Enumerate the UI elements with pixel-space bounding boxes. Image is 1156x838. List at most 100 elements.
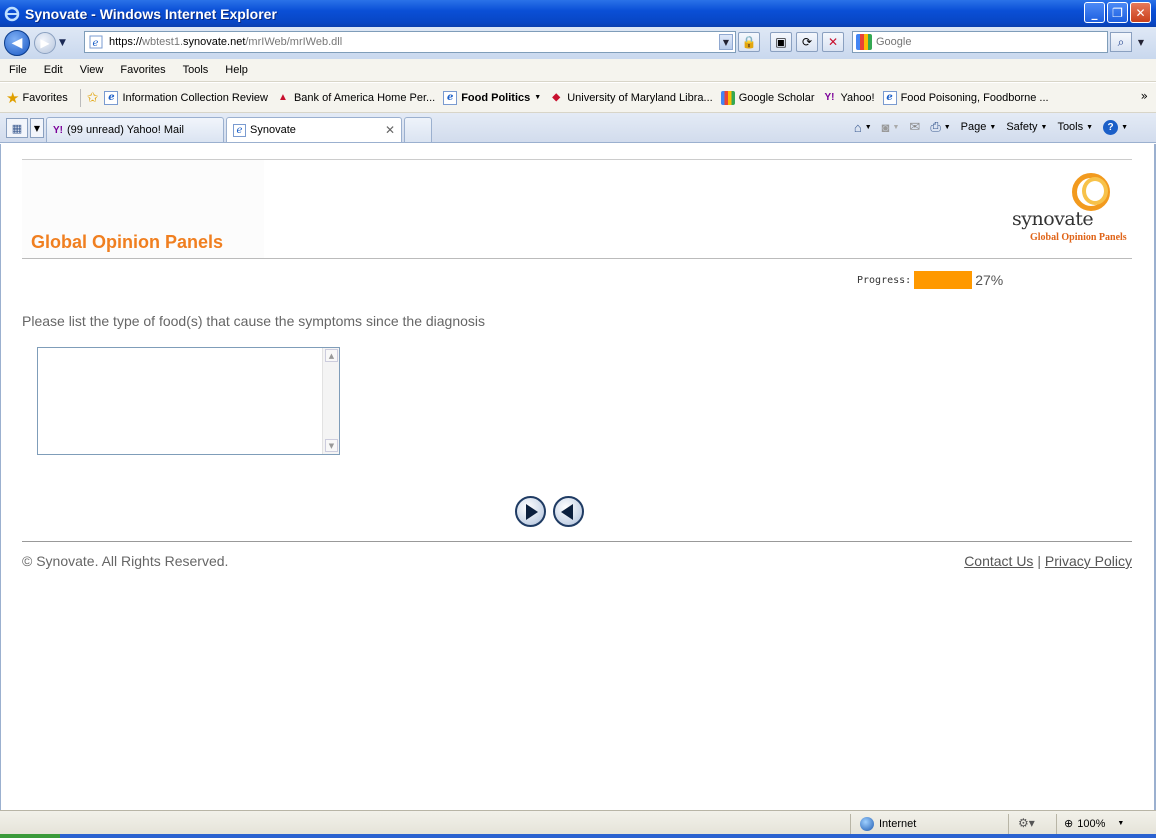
tab-bar: ▦ ▼ Y! (99 unread) Yahoo! Mail e Synovat… bbox=[0, 113, 1156, 143]
favorite-link-bank-of-america[interactable]: ▲ Bank of America Home Per... bbox=[276, 91, 435, 105]
tab-list-dropdown-icon[interactable]: ▼ bbox=[30, 118, 44, 138]
scroll-down-icon[interactable]: ▼ bbox=[325, 439, 338, 452]
internet-explorer-icon bbox=[4, 6, 20, 21]
chevron-down-icon: ▼ bbox=[534, 94, 542, 101]
zoom-control[interactable]: ⊕ 100% ▼ bbox=[1064, 817, 1124, 831]
previous-button[interactable] bbox=[553, 496, 584, 527]
restore-button[interactable]: ❐ bbox=[1107, 2, 1128, 23]
logo-inner-ring bbox=[1082, 177, 1108, 205]
search-options-icon[interactable]: ▼ bbox=[1134, 32, 1148, 52]
menu-edit[interactable]: Edit bbox=[44, 64, 63, 76]
favorite-link-food-politics[interactable]: e Food Politics ▼ bbox=[443, 90, 542, 105]
window-title: Synovate - Windows Internet Explorer bbox=[25, 5, 277, 22]
menu-tools[interactable]: Tools bbox=[183, 64, 209, 76]
minimize-button[interactable]: _ bbox=[1084, 2, 1105, 23]
security-zone[interactable]: Internet bbox=[860, 817, 916, 831]
mail-icon: ✉ bbox=[909, 119, 921, 134]
menu-help[interactable]: Help bbox=[225, 64, 248, 76]
menu-file[interactable]: File bbox=[9, 64, 27, 76]
address-dropdown-icon[interactable]: ▼ bbox=[719, 34, 733, 50]
home-icon: ⌂ bbox=[853, 119, 862, 135]
tab-yahoo-mail[interactable]: Y! (99 unread) Yahoo! Mail bbox=[46, 117, 224, 142]
ie-page-icon: e bbox=[104, 90, 119, 105]
contact-us-link[interactable]: Contact Us bbox=[964, 553, 1033, 569]
yahoo-icon: Y! bbox=[824, 92, 835, 103]
ie-page-icon: e bbox=[233, 123, 246, 137]
favorite-link-google-scholar[interactable]: Google Scholar bbox=[720, 90, 815, 105]
favorite-link-yahoo[interactable]: Y! Yahoo! bbox=[823, 91, 875, 105]
read-mail-button[interactable]: ✉ bbox=[909, 119, 920, 135]
history-dropdown-icon[interactable]: ▼ bbox=[59, 38, 66, 48]
printer-icon: ⎙ bbox=[930, 119, 941, 134]
protected-mode-icon[interactable]: ⚙▾ bbox=[1018, 816, 1035, 830]
navigation-bar: ◀ ▶ ▼ e https://wbtest1.synovate.net/mrI… bbox=[0, 27, 1156, 59]
command-bar: ⌂ ▼ ◙ ▼ ✉ ⎙ ▼ Page ▼ Safety ▼ Tools ▼ ? ▼ bbox=[844, 119, 1128, 135]
compatibility-view-icon[interactable]: ▣ bbox=[770, 32, 792, 52]
progress-label: Progress: bbox=[857, 274, 912, 286]
google-icon bbox=[720, 90, 735, 105]
yahoo-icon: Y! bbox=[53, 124, 63, 136]
home-button[interactable]: ⌂ ▼ bbox=[854, 120, 872, 135]
favorites-button[interactable]: Favorites bbox=[22, 92, 67, 104]
ie-page-icon: e bbox=[443, 90, 458, 105]
divider bbox=[22, 258, 1132, 259]
divider bbox=[79, 88, 81, 107]
tab-synovate[interactable]: e Synovate ✕ bbox=[226, 117, 402, 142]
print-button[interactable]: ⎙ ▼ bbox=[930, 119, 950, 135]
footer-separator: | bbox=[1037, 553, 1041, 569]
search-box[interactable] bbox=[852, 31, 1108, 53]
umd-icon: ◆ bbox=[552, 92, 561, 103]
previous-arrow-icon bbox=[561, 503, 573, 520]
lock-icon[interactable]: 🔒 bbox=[738, 32, 760, 52]
next-arrow-icon bbox=[526, 503, 538, 520]
question-text: Please list the type of food(s) that cau… bbox=[22, 313, 486, 329]
privacy-policy-link[interactable]: Privacy Policy bbox=[1045, 553, 1132, 569]
refresh-icon[interactable]: ⟳ bbox=[796, 32, 818, 52]
close-button[interactable]: ✕ bbox=[1130, 2, 1151, 23]
bank-of-america-icon: ▲ bbox=[278, 92, 288, 103]
search-icon[interactable]: ⌕ bbox=[1110, 32, 1132, 52]
favorite-link-information-collection-review[interactable]: e Information Collection Review bbox=[104, 90, 268, 105]
new-tab-button[interactable] bbox=[404, 117, 432, 142]
answer-textarea[interactable] bbox=[37, 347, 340, 455]
logo-wordmark: synovate bbox=[1012, 208, 1094, 230]
tools-menu[interactable]: Tools ▼ bbox=[1057, 121, 1093, 133]
forward-button[interactable]: ▶ bbox=[34, 32, 56, 54]
favorites-star-icon: ★ bbox=[6, 88, 20, 107]
quick-tabs-icon[interactable]: ▦ bbox=[6, 118, 28, 138]
stop-icon[interactable]: ✕ bbox=[822, 32, 844, 52]
scroll-up-icon[interactable]: ▲ bbox=[325, 349, 338, 362]
menu-view[interactable]: View bbox=[80, 64, 104, 76]
taskbar-strip bbox=[0, 834, 1156, 838]
favorite-link-food-poisoning[interactable]: e Food Poisoning, Foodborne ... bbox=[882, 90, 1049, 105]
ie-page-icon: e bbox=[882, 90, 897, 105]
synovate-logo: synovate Global Opinion Panels bbox=[1010, 170, 1132, 246]
textarea-scrollbar[interactable]: ▲ ▼ bbox=[322, 348, 339, 454]
progress-indicator: Progress: 27% bbox=[857, 271, 1003, 289]
favorite-link-university-of-maryland[interactable]: ◆ University of Maryland Libra... bbox=[549, 91, 712, 105]
menu-favorites[interactable]: Favorites bbox=[120, 64, 165, 76]
divider bbox=[850, 814, 851, 834]
title-bar: Synovate - Windows Internet Explorer _ ❐… bbox=[0, 0, 1156, 27]
url-text: https://wbtest1.synovate.net/mrIWeb/mrIW… bbox=[109, 36, 343, 48]
add-to-favorites-icon[interactable]: ✩ bbox=[87, 90, 99, 106]
progress-percent: 27% bbox=[975, 272, 1004, 288]
internet-globe-icon bbox=[860, 817, 874, 831]
zoom-icon: ⊕ bbox=[1064, 818, 1074, 830]
brand-title: Global Opinion Panels bbox=[31, 232, 224, 252]
more-favorites-icon[interactable]: » bbox=[1141, 89, 1148, 103]
menu-bar: File Edit View Favorites Tools Help bbox=[0, 59, 1156, 82]
footer-links: Contact Us | Privacy Policy bbox=[964, 553, 1132, 569]
page-viewport: Global Opinion Panels synovate Global Op… bbox=[0, 144, 1156, 810]
address-bar[interactable]: e https://wbtest1.synovate.net/mrIWeb/mr… bbox=[84, 31, 736, 53]
favorites-bar: ★ Favorites ✩ e Information Collection R… bbox=[0, 83, 1156, 113]
progress-bar bbox=[914, 271, 973, 289]
next-button[interactable] bbox=[515, 496, 546, 527]
back-button[interactable]: ◀ bbox=[4, 30, 30, 56]
safety-menu[interactable]: Safety ▼ bbox=[1006, 121, 1047, 133]
help-menu[interactable]: ? ▼ bbox=[1103, 119, 1128, 135]
search-input[interactable] bbox=[876, 36, 1076, 48]
page-menu[interactable]: Page ▼ bbox=[961, 121, 997, 133]
close-tab-icon[interactable]: ✕ bbox=[385, 123, 395, 137]
feeds-button[interactable]: ◙ ▼ bbox=[882, 120, 900, 135]
